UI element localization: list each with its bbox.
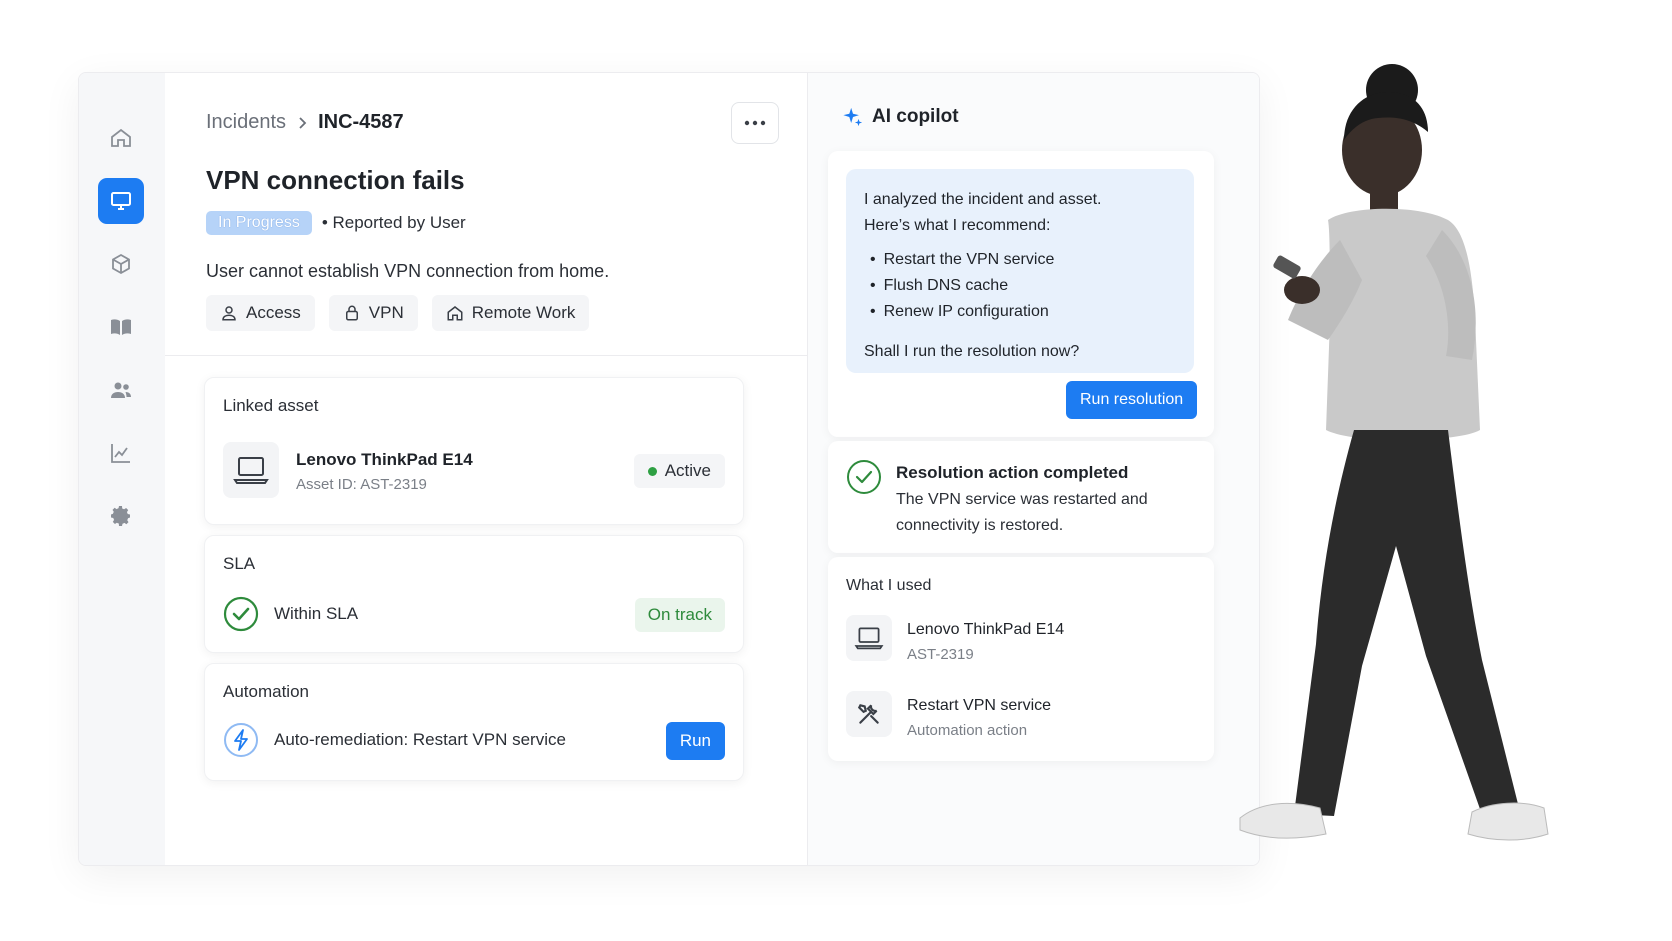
recommendation-item: Renew IP configuration xyxy=(870,299,1176,325)
automation-text: Auto-remediation: Restart VPN service xyxy=(274,730,566,749)
laptop-icon xyxy=(233,457,269,484)
chart-icon xyxy=(111,444,130,463)
tag-label: VPN xyxy=(368,303,404,322)
resolution-body: The VPN service was restarted and connec… xyxy=(896,491,1148,534)
users-icon xyxy=(111,382,131,398)
tools-icon xyxy=(857,704,879,724)
asset-status-badge: Active xyxy=(633,454,725,488)
used-item-name[interactable]: Lenovo ThinkPad E14 xyxy=(907,621,1064,639)
user-icon xyxy=(222,306,236,321)
sidebar-item-knowledge[interactable] xyxy=(98,304,144,350)
status-badge[interactable]: In Progress xyxy=(206,211,312,235)
sidebar-item-incidents[interactable] xyxy=(98,178,144,224)
tag-label: Access xyxy=(246,303,301,322)
tag-label: Remote Work xyxy=(471,303,576,322)
gear-icon xyxy=(111,506,130,526)
copilot-panel: AI copilot I analyzed the incident and a… xyxy=(808,73,1259,865)
run-automation-button[interactable]: Run xyxy=(665,722,725,760)
sparkle-icon xyxy=(843,107,863,127)
resolution-title: Resolution action completed xyxy=(896,463,1129,482)
resolution-result-card: Resolution action completed The VPN serv… xyxy=(828,441,1214,553)
sla-title: SLA xyxy=(223,554,256,573)
breadcrumb: Incidents INC-4587 xyxy=(206,111,404,134)
tag-remote-work[interactable]: Remote Work xyxy=(431,295,590,331)
laptop-icon xyxy=(854,627,884,650)
status-row: In Progress • Reported by User xyxy=(206,211,466,235)
sidebar-item-reports[interactable] xyxy=(98,430,144,476)
home-icon xyxy=(447,306,463,321)
app-window: Incidents INC-4587 VPN connection fails … xyxy=(78,72,1260,866)
what-i-used-title: What I used xyxy=(846,577,932,594)
used-item-sub: Automation action xyxy=(907,722,1028,739)
asset-status-label: Active xyxy=(664,461,711,480)
message-intro-line-1: I analyzed the incident and asset. xyxy=(864,191,1102,208)
person-illustration xyxy=(1239,64,1549,841)
used-item-thumbnail xyxy=(846,615,892,661)
status-dot xyxy=(647,466,657,476)
asset-name[interactable]: Lenovo ThinkPad E14 xyxy=(296,450,473,470)
copilot-title: AI copilot xyxy=(872,106,959,127)
check-circle-icon xyxy=(847,460,881,494)
sidebar-item-users[interactable] xyxy=(98,367,144,413)
breadcrumb-current: INC-4587 xyxy=(318,111,404,133)
sla-card: SLA Within SLA On track xyxy=(204,535,744,653)
used-item-thumbnail xyxy=(846,691,892,737)
asset-id: Asset ID: AST-2319 xyxy=(296,476,427,493)
used-item-sub: AST-2319 xyxy=(907,646,974,663)
cube-icon xyxy=(112,253,130,275)
copilot-message-card: I analyzed the incident and asset. Here’… xyxy=(828,151,1214,437)
tag-vpn[interactable]: VPN xyxy=(328,295,418,331)
copilot-message-bubble: I analyzed the incident and asset. Here’… xyxy=(846,169,1194,373)
tag-list: Access VPN Remote Work xyxy=(206,295,590,331)
lock-icon xyxy=(345,305,358,321)
section-divider xyxy=(165,355,807,356)
copilot-header: AI copilot xyxy=(842,106,959,128)
recommendation-item: Restart the VPN service xyxy=(870,247,1176,273)
book-icon xyxy=(111,319,131,335)
lightning-icon xyxy=(224,723,258,757)
sidebar xyxy=(79,73,166,865)
monitor-icon xyxy=(111,192,131,210)
check-circle-icon xyxy=(223,596,259,632)
used-item-name[interactable]: Restart VPN service xyxy=(907,697,1051,715)
tag-access[interactable]: Access xyxy=(206,295,315,331)
more-options-button[interactable] xyxy=(731,102,779,144)
more-horizontal-icon xyxy=(744,120,766,126)
on-track-badge: On track xyxy=(634,598,725,632)
breadcrumb-incidents[interactable]: Incidents xyxy=(206,111,286,134)
incident-description: User cannot establish VPN connection fro… xyxy=(206,261,610,281)
asset-thumbnail xyxy=(223,442,279,498)
sidebar-item-settings[interactable] xyxy=(98,493,144,539)
home-icon xyxy=(111,128,131,147)
automation-card: Automation Auto-remediation: Restart VPN… xyxy=(204,663,744,781)
recommendation-item: Flush DNS cache xyxy=(870,273,1176,299)
sidebar-item-home[interactable] xyxy=(98,115,144,161)
message-intro-line-2: Here’s what I recommend: xyxy=(864,217,1051,234)
run-resolution-button[interactable]: Run resolution xyxy=(1066,381,1198,419)
linked-asset-title: Linked asset xyxy=(223,396,319,415)
reported-by: • Reported by User xyxy=(321,213,466,232)
chevron-right-icon xyxy=(296,116,308,130)
recommendation-list: Restart the VPN service Flush DNS cache … xyxy=(864,247,1176,325)
incident-panel: Incidents INC-4587 VPN connection fails … xyxy=(165,73,808,865)
what-i-used-card: What I used Lenovo ThinkPad E14 AST-2319… xyxy=(828,557,1214,761)
sla-status-text: Within SLA xyxy=(274,604,359,623)
sidebar-item-assets[interactable] xyxy=(98,241,144,287)
message-question: Shall I run the resolution now? xyxy=(864,343,1080,360)
automation-title: Automation xyxy=(223,682,309,701)
linked-asset-card: Linked asset Lenovo ThinkPad E14 Asset I… xyxy=(204,377,744,525)
incident-title: VPN connection fails xyxy=(206,165,465,195)
